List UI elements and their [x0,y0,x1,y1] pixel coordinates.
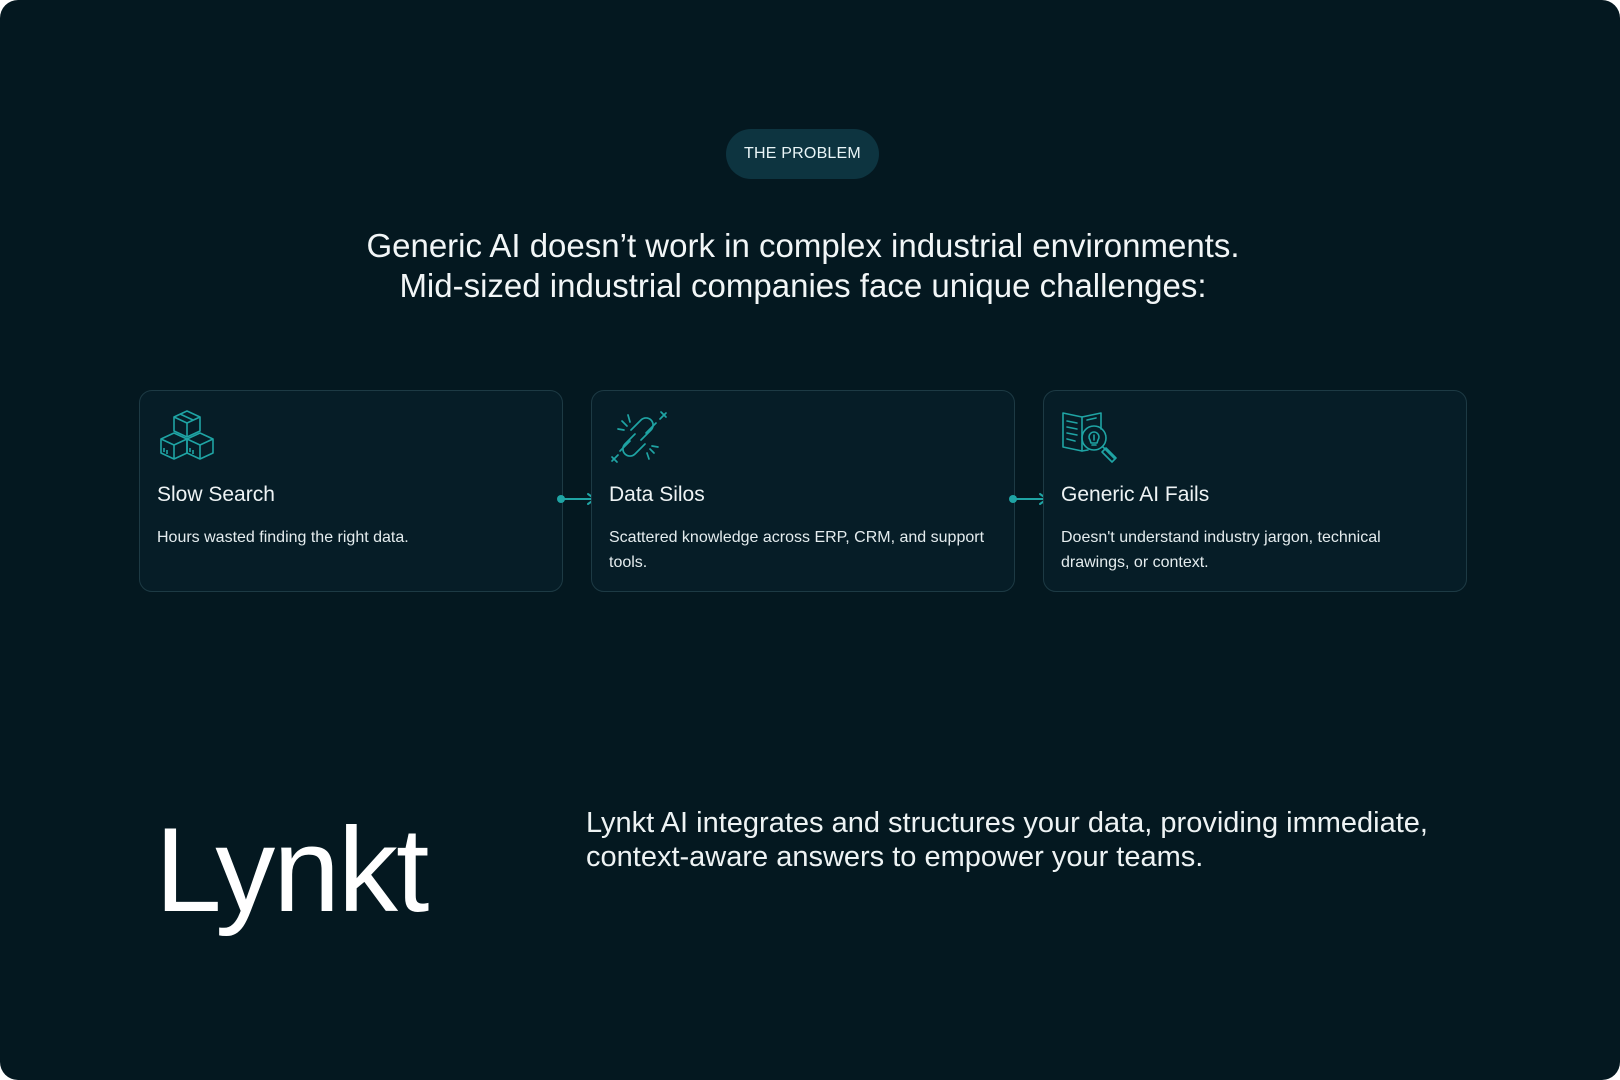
card-title: Data Silos [609,483,705,506]
brand-wordmark: Lynkt [155,803,429,937]
headline-line-2: Mid-sized industrial companies face uniq… [399,267,1207,304]
problem-section: THE PROBLEM Generic AI doesn’t work in c… [0,0,1620,1080]
problem-card-generic-ai-fails: Generic AI Fails Doesn't understand indu… [1043,390,1467,592]
card-title: Generic AI Fails [1061,483,1210,506]
section-eyebrow-badge: THE PROBLEM [726,129,879,179]
broken-link-icon [611,411,667,463]
book-bulb-search-icon [1062,412,1117,463]
tagline-line-2: context-aware answers to empower your te… [586,841,1204,873]
boxes-icon [160,410,214,460]
problem-card-data-silos: Data Silos Scattered knowledge across ER… [591,390,1015,592]
section-headline: Generic AI doesn’t work in complex indus… [160,226,1446,306]
tagline-line-1: Lynkt AI integrates and structures your … [586,807,1428,839]
card-description: Doesn't understand industry jargon, tech… [1061,529,1381,571]
card-title: Slow Search [157,483,275,506]
card-description: Scattered knowledge across ERP, CRM, and… [609,529,985,571]
headline-line-1: Generic AI doesn’t work in complex indus… [366,227,1240,264]
card-description: Hours wasted finding the right data. [157,529,409,546]
brand-tagline: Lynkt AI integrates and structures your … [586,806,1486,874]
problem-card-slow-search: Slow Search Hours wasted finding the rig… [139,390,563,592]
